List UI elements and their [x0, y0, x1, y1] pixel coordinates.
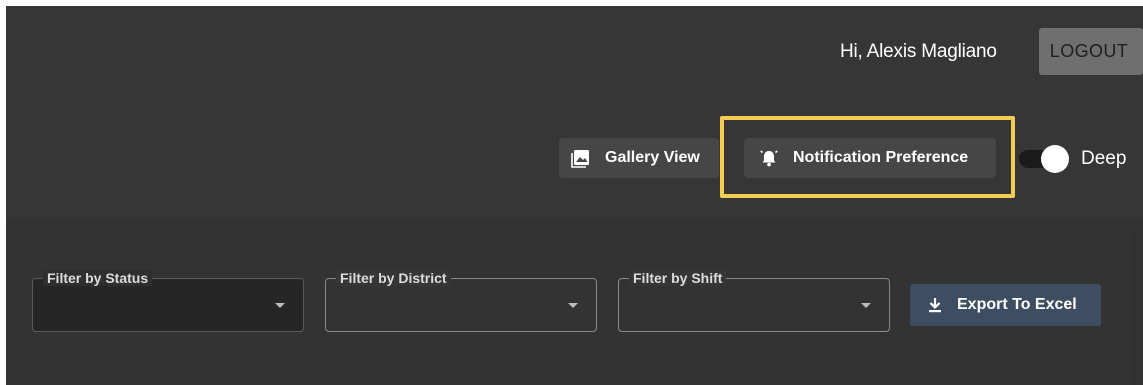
gallery-view-button[interactable]: Gallery View [559, 138, 719, 178]
logout-button[interactable]: LOGOUT [1039, 28, 1143, 75]
image-icon [571, 148, 591, 168]
notification-preference-button[interactable]: Notification Preference [744, 138, 996, 178]
panel-divider [1134, 228, 1135, 385]
filter-shift-select[interactable]: Filter by Shift [618, 270, 890, 332]
filter-status-select[interactable]: Filter by Status [32, 270, 304, 332]
app-window: Hi, Alexis Magliano LOGOUT Gallery View … [6, 6, 1143, 385]
bell-icon [759, 148, 779, 168]
notification-preference-label: Notification Preference [793, 149, 969, 166]
export-to-excel-label: Export To Excel [957, 296, 1077, 313]
header-area [6, 6, 1143, 218]
chevron-down-icon [568, 303, 578, 308]
filter-district-label: Filter by District [336, 270, 451, 286]
chevron-down-icon [861, 303, 871, 308]
theme-toggle[interactable] [1019, 145, 1071, 173]
filter-status-label: Filter by Status [43, 270, 153, 286]
user-greeting: Hi, Alexis Magliano [840, 41, 997, 62]
gallery-view-label: Gallery View [605, 149, 700, 166]
filter-shift-label: Filter by Shift [629, 270, 727, 286]
filter-district-select[interactable]: Filter by District [325, 270, 597, 332]
toggle-knob [1041, 145, 1069, 173]
download-icon [926, 296, 944, 314]
export-to-excel-button[interactable]: Export To Excel [910, 284, 1101, 326]
chevron-down-icon [275, 303, 285, 308]
theme-toggle-label: Deep [1081, 148, 1127, 169]
